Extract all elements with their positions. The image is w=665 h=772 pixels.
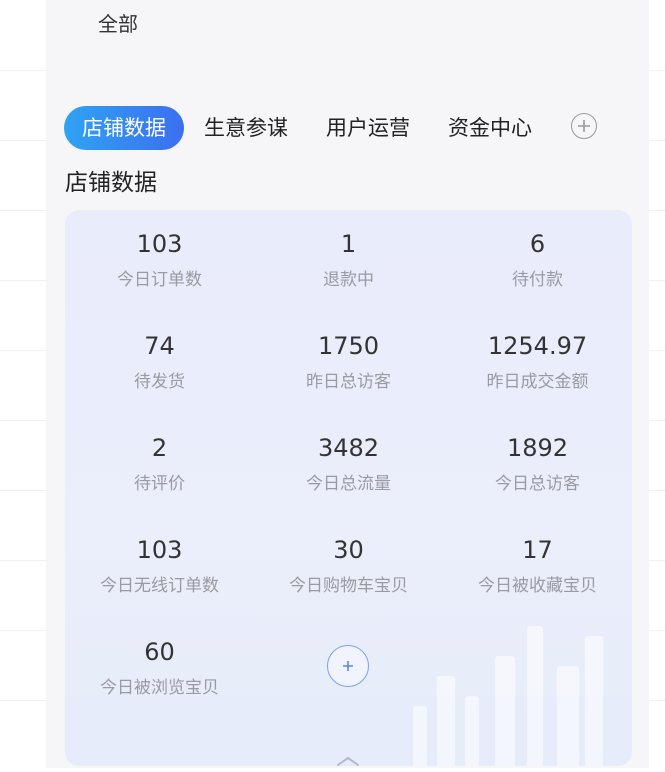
metric-value: 30 — [333, 536, 364, 564]
chevron-up-icon — [337, 756, 359, 766]
add-tab-button[interactable] — [571, 113, 597, 139]
metric-label: 待付款 — [512, 270, 563, 290]
metric-pending-shipment[interactable]: 74 待发货 — [65, 329, 254, 392]
decorative-bar — [527, 626, 543, 766]
metric-today-traffic[interactable]: 3482 今日总流量 — [254, 431, 443, 494]
decorative-bar — [465, 696, 479, 766]
decorative-bar — [437, 676, 455, 766]
metric-today-favorited-items[interactable]: 17 今日被收藏宝贝 — [443, 533, 632, 596]
metric-label: 待发货 — [134, 372, 185, 392]
tab-fund-center[interactable]: 资金中心 — [430, 106, 550, 150]
plus-circle-icon — [578, 120, 590, 132]
metric-today-cart-items[interactable]: 30 今日购物车宝贝 — [254, 533, 443, 596]
metric-value: 6 — [529, 230, 546, 258]
tab-store-data[interactable]: 店铺数据 — [64, 106, 184, 150]
metric-today-viewed-items[interactable]: 60 今日被浏览宝贝 — [65, 635, 254, 698]
decorative-bar — [557, 666, 579, 766]
decorative-bar — [495, 656, 515, 766]
tab-business-advisor[interactable]: 生意参谋 — [186, 106, 306, 150]
add-metric-button[interactable] — [327, 645, 369, 687]
metric-today-wireless-orders[interactable]: 103 今日无线订单数 — [65, 533, 254, 596]
right-background-strip — [648, 0, 665, 768]
metric-label: 今日总流量 — [306, 474, 391, 494]
section-title: 店铺数据 — [65, 170, 157, 196]
metric-label: 今日总访客 — [495, 474, 580, 494]
collapse-button[interactable] — [330, 752, 366, 768]
plus-icon — [343, 661, 353, 671]
metric-value: 1 — [340, 230, 357, 258]
tab-user-operations[interactable]: 用户运营 — [308, 106, 428, 150]
metric-value: 1892 — [506, 434, 569, 462]
metric-value: 3482 — [317, 434, 380, 462]
metric-label: 今日购物车宝贝 — [289, 576, 408, 596]
metric-label: 今日被浏览宝贝 — [100, 678, 219, 698]
decorative-bar — [413, 706, 427, 766]
metric-label: 今日无线订单数 — [100, 576, 219, 596]
metric-refunding[interactable]: 1 退款中 — [254, 227, 443, 290]
metric-value: 2 — [151, 434, 168, 462]
tab-bar: 店铺数据 生意参谋 用户运营 资金中心 — [64, 106, 552, 150]
metric-value: 1254.97 — [487, 332, 588, 360]
metric-value: 60 — [144, 638, 175, 666]
left-background-strip — [0, 0, 47, 768]
metric-value: 1750 — [317, 332, 380, 360]
metric-yesterday-visitors[interactable]: 1750 昨日总访客 — [254, 329, 443, 392]
metric-label: 今日订单数 — [117, 270, 202, 290]
metric-value: 103 — [136, 536, 183, 564]
metric-label: 昨日总访客 — [306, 372, 391, 392]
metric-label: 退款中 — [323, 270, 374, 290]
metric-label: 待评价 — [134, 474, 185, 494]
metric-yesterday-gmv[interactable]: 1254.97 昨日成交金额 — [443, 329, 632, 392]
metric-label: 今日被收藏宝贝 — [478, 576, 597, 596]
metric-value: 17 — [522, 536, 553, 564]
metric-value: 74 — [144, 332, 175, 360]
all-category-label[interactable]: 全部 — [98, 8, 138, 37]
metric-value: 103 — [136, 230, 183, 258]
decorative-bar — [585, 636, 603, 766]
metric-pending-review[interactable]: 2 待评价 — [65, 431, 254, 494]
metric-label: 昨日成交金额 — [486, 372, 589, 392]
metric-today-visitors[interactable]: 1892 今日总访客 — [443, 431, 632, 494]
metric-today-orders[interactable]: 103 今日订单数 — [65, 227, 254, 290]
store-data-card: 103 今日订单数 1 退款中 6 待付款 74 待发货 1750 昨日总访客 … — [65, 210, 632, 766]
metric-pending-payment[interactable]: 6 待付款 — [443, 227, 632, 290]
